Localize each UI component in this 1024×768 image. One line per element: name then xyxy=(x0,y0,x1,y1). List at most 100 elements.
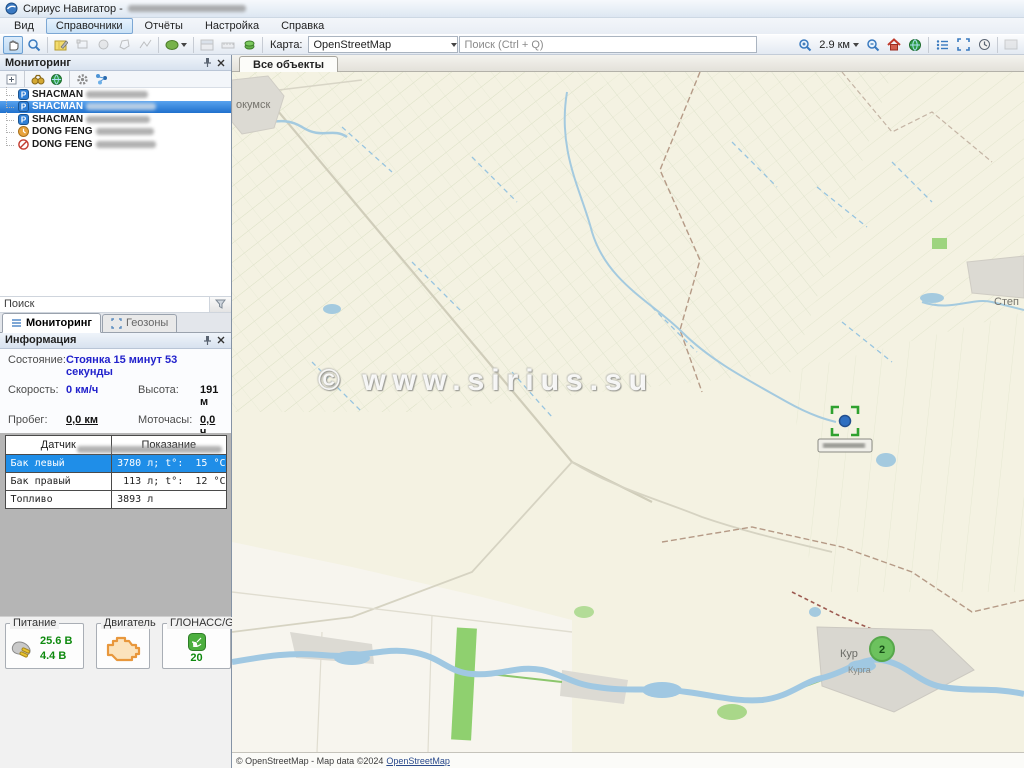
pan-tool-button[interactable] xyxy=(3,36,23,54)
zoom-tool-button[interactable] xyxy=(24,36,44,54)
close-panel-button[interactable] xyxy=(214,334,228,347)
filter-button[interactable] xyxy=(209,297,231,312)
dropdown-caret-icon xyxy=(853,43,859,47)
show-on-map-button[interactable] xyxy=(48,72,65,87)
altitude-label: Высота: xyxy=(138,384,200,408)
geozone-frame-button[interactable] xyxy=(953,36,973,54)
vehicle-row[interactable]: P SHACMAN xyxy=(0,88,231,101)
home-icon xyxy=(887,38,901,51)
cluster-count: 2 xyxy=(879,644,885,656)
sensor-row[interactable]: Бак правый 113 л; t°: 12 °C xyxy=(5,472,226,490)
menu-help[interactable]: Справка xyxy=(271,18,334,34)
toolbar-separator xyxy=(158,37,159,53)
panel-toggle-button[interactable] xyxy=(197,36,217,54)
attribution-link[interactable]: OpenStreetMap xyxy=(386,756,450,766)
window-title-redacted xyxy=(128,5,246,12)
payments-button[interactable] xyxy=(239,36,259,54)
show-all-objects-button[interactable] xyxy=(905,36,925,54)
sensor-row-selected[interactable]: Бак левый 3780 л; t°: 15 °C xyxy=(5,454,226,472)
expand-all-button[interactable] xyxy=(3,72,20,87)
svg-text:P: P xyxy=(20,90,26,99)
map-area: Все объекты xyxy=(232,55,1024,768)
pin-icon xyxy=(203,335,212,346)
tab-monitoring[interactable]: Мониторинг xyxy=(2,313,101,333)
track-color-button[interactable] xyxy=(162,36,190,54)
speed-label: Скорость: xyxy=(8,384,66,408)
ruler-icon xyxy=(221,40,235,50)
altitude-value: 191 м xyxy=(200,384,223,408)
speed-value: 0 км/ч xyxy=(66,384,138,408)
menu-settings[interactable]: Настройка xyxy=(195,18,269,34)
tree-empty-area xyxy=(0,151,231,296)
power-plug-icon xyxy=(10,637,36,659)
vehicle-row[interactable]: DONG FENG xyxy=(0,126,231,139)
dropdown-caret-icon xyxy=(451,43,457,47)
info-panel-body: Состояние: Стоянка 15 минут 53 секунды С… xyxy=(0,349,231,433)
map-scale-value: 2.9 км xyxy=(819,39,850,51)
history-button[interactable] xyxy=(974,36,994,54)
sensor-name: Топливо xyxy=(5,490,112,508)
tree-search-input[interactable] xyxy=(0,297,209,312)
minimap-button[interactable] xyxy=(1001,36,1021,54)
map-canvas[interactable]: окумск Степ Кур Курга 2 xyxy=(232,72,1024,752)
sensor-name: Бак правый xyxy=(5,472,112,490)
zoom-out-button[interactable] xyxy=(863,36,883,54)
object-list-button[interactable] xyxy=(932,36,952,54)
close-panel-button[interactable] xyxy=(214,56,228,69)
panel-icon xyxy=(200,39,214,51)
tab-label: Мониторинг xyxy=(26,317,92,329)
menu-reports[interactable]: Отчёты xyxy=(135,18,193,34)
menu-view[interactable]: Вид xyxy=(4,18,44,34)
tab-geozones[interactable]: Геозоны xyxy=(102,314,177,332)
grouping-button[interactable] xyxy=(93,72,110,87)
selection-frame-icon xyxy=(111,318,122,329)
pin-panel-button[interactable] xyxy=(200,334,214,347)
vehicle-name: SHACMAN xyxy=(32,89,83,100)
title-bar: Сириус Навигатор - xyxy=(0,0,1024,18)
magnifier-plus-icon xyxy=(798,38,812,52)
tree-toolbar xyxy=(0,71,231,88)
geozone-circle-button[interactable] xyxy=(93,36,113,54)
magnifier-icon xyxy=(27,38,41,52)
sidebar-search-row xyxy=(0,296,231,313)
sensor-row[interactable]: Топливо 3893 л xyxy=(5,490,226,508)
vehicle-row-selected[interactable]: P SHACMAN xyxy=(0,101,231,114)
town-label-nw: окумск xyxy=(236,99,270,111)
cluster-marker[interactable]: 2 xyxy=(870,637,894,661)
vehicle-row[interactable]: P SHACMAN xyxy=(0,113,231,126)
global-search-input[interactable] xyxy=(459,36,757,53)
geozone-polygon-button[interactable] xyxy=(114,36,134,54)
zoom-in-button[interactable] xyxy=(795,36,815,54)
ruler-button[interactable] xyxy=(218,36,238,54)
pin-panel-button[interactable] xyxy=(200,56,214,69)
sensor-value: 3780 л; t°: 15 °C xyxy=(112,454,226,472)
geozone-polyline-button[interactable] xyxy=(135,36,155,54)
map-provider-value: OpenStreetMap xyxy=(314,39,392,51)
map-provider-select[interactable]: OpenStreetMap xyxy=(308,36,458,53)
globe-icon xyxy=(908,38,922,52)
town-label-se: Кур xyxy=(840,648,858,660)
vehicle-row[interactable]: DONG FENG xyxy=(0,138,231,151)
map-tab-all-objects[interactable]: Все объекты xyxy=(239,56,338,72)
info-panel-title: Информация xyxy=(5,334,200,346)
attribution-text: © OpenStreetMap - Map data ©2024 xyxy=(236,756,383,766)
state-value: Стоянка 15 минут 53 секунды xyxy=(66,354,223,378)
edit-map-button[interactable] xyxy=(51,36,71,54)
monitoring-panel-title: Мониторинг xyxy=(5,57,200,69)
tree-settings-button[interactable] xyxy=(74,72,91,87)
menu-directories[interactable]: Справочники xyxy=(46,18,133,34)
geozone-rect-button[interactable] xyxy=(72,36,92,54)
address-redacted xyxy=(77,446,222,453)
vehicle-position-dot xyxy=(840,416,851,427)
tree-branch xyxy=(6,124,14,133)
map-scale-select[interactable]: 2.9 км xyxy=(816,36,862,54)
money-icon xyxy=(243,38,256,51)
home-view-button[interactable] xyxy=(884,36,904,54)
find-object-button[interactable] xyxy=(29,72,46,87)
vehicle-name-redacted xyxy=(86,103,156,110)
expand-all-icon xyxy=(6,74,17,85)
binoculars-icon xyxy=(31,74,45,85)
stopped-status-icon xyxy=(17,126,29,138)
hierarchy-icon xyxy=(95,73,109,85)
map-select-label: Карта: xyxy=(270,39,303,51)
